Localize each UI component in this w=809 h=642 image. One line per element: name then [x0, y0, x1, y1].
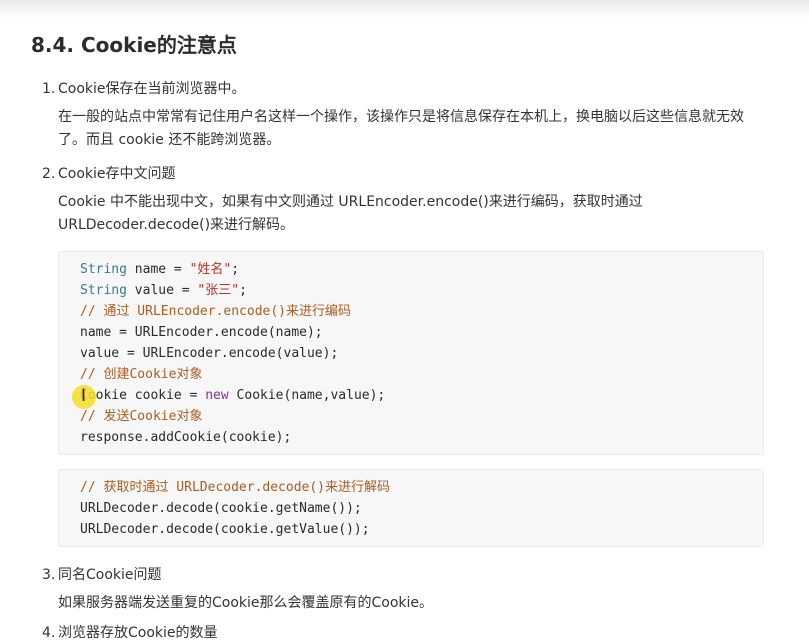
- code-line: response.addCookie(cookie);: [80, 430, 292, 445]
- list-item-2: 2. Cookie存中文问题: [42, 163, 176, 183]
- code-line: value = URLEncoder.encode(value);: [80, 346, 339, 361]
- list-item-title: Cookie保存在当前浏览器中。: [58, 81, 246, 97]
- code-line: String name = "姓名";: [80, 259, 239, 280]
- list-item-title: 浏览器存放Cookie的数量: [58, 625, 218, 641]
- code-line: name = URLEncoder.encode(name);: [80, 325, 323, 340]
- code-block-2[interactable]: // 获取时通过 URLDecoder.decode()来进行解码 URLDec…: [58, 469, 764, 547]
- paragraph-3: 如果服务器端发送重复的Cookie那么会覆盖原有的Cookie。: [58, 595, 434, 611]
- paragraph-2: Cookie 中不能出现中文，如果有中文则通过 URLEncoder.encod…: [58, 194, 643, 233]
- top-shadow: [0, 0, 809, 18]
- list-number: 4.: [42, 625, 56, 641]
- code-comment: // 创建Cookie对象: [80, 367, 203, 382]
- code-text: Cookie(name,value);: [228, 388, 386, 403]
- code-keyword: String: [80, 262, 127, 277]
- code-text: ;: [239, 283, 247, 298]
- code-string: "姓名": [189, 262, 232, 277]
- code-text: Cookie cookie =: [80, 388, 206, 403]
- code-keyword-new: new: [205, 388, 229, 403]
- code-text: value =: [126, 283, 198, 298]
- section-heading: 8.4. Cookie的注意点: [31, 33, 237, 57]
- paragraph-1: 在一般的站点中常常有记住用户名这样一个操作，该操作只是将信息保存在本机上，换电脑…: [58, 109, 744, 148]
- list-item-3: 3. 同名Cookie问题: [42, 564, 162, 584]
- code-comment: // 通过 URLEncoder.encode()来进行编码: [80, 304, 352, 319]
- list-item-title: Cookie存中文问题: [58, 166, 176, 182]
- code-text: ;: [231, 262, 240, 277]
- list-item-title: 同名Cookie问题: [58, 567, 162, 583]
- code-keyword: String: [80, 283, 127, 298]
- code-comment: // 发送Cookie对象: [80, 409, 203, 424]
- list-number: 3.: [42, 567, 56, 583]
- code-string: "张三": [197, 283, 240, 298]
- code-text: name =: [126, 262, 190, 277]
- list-item-1: 1. Cookie保存在当前浏览器中。: [42, 78, 246, 98]
- list-item-4: 4. 浏览器存放Cookie的数量: [42, 622, 218, 642]
- list-number: 2.: [42, 166, 56, 182]
- code-line: String value = "张三";: [80, 280, 247, 301]
- code-line: URLDecoder.decode(cookie.getValue());: [80, 522, 370, 537]
- code-block-1[interactable]: String name = "姓名"; String value = "张三";…: [58, 251, 764, 455]
- code-line: Cookie cookie = new Cookie(name,value);: [80, 385, 385, 406]
- text-cursor-icon: Ι: [81, 386, 87, 406]
- list-number: 1.: [42, 81, 56, 97]
- code-comment: // 获取时通过 URLDecoder.decode()来进行解码: [80, 480, 391, 495]
- code-line: URLDecoder.decode(cookie.getName());: [80, 501, 362, 516]
